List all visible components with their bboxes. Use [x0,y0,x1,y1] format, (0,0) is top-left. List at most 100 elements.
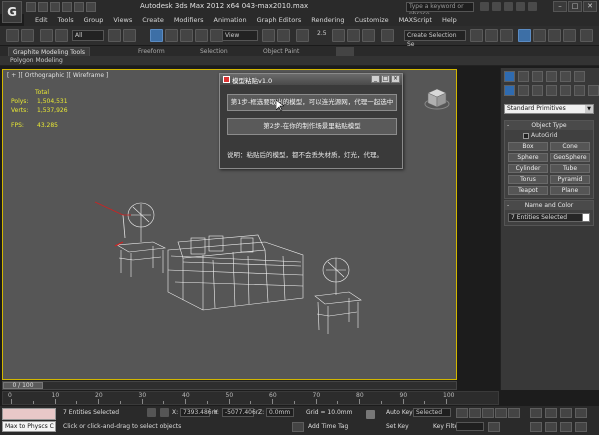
time-slider[interactable]: 0 / 100 [2,381,457,390]
dialog-titlebar[interactable]: 模型粘贴v1.0 _ □ × [220,74,402,85]
object-type-button[interactable]: Torus [508,175,548,184]
time-slider-thumb[interactable]: 0 / 100 [3,382,43,389]
select-manipulate-icon[interactable] [277,29,290,42]
curve-editor-icon[interactable] [533,29,546,42]
menu-item[interactable]: Create [137,16,169,24]
previous-frame-icon[interactable] [469,408,481,418]
current-frame-field[interactable] [456,422,484,431]
dialog-minimize-button[interactable]: _ [371,75,380,83]
key-selection-dropdown[interactable]: Selected [413,408,451,417]
angle-snap-icon[interactable] [332,29,345,42]
redo-icon[interactable] [74,2,84,12]
search-input[interactable]: Type a keyword or phrase [406,2,474,18]
menu-item[interactable]: Group [79,16,109,24]
modify-tab-icon[interactable] [518,71,529,82]
object-type-button[interactable]: Sphere [508,153,548,162]
search-icon[interactable] [480,2,489,11]
zoom-extents-icon[interactable] [560,408,572,418]
rotate-icon[interactable] [195,29,208,42]
reference-coordinate-dropdown[interactable]: View [222,30,258,41]
pan-icon[interactable] [545,422,557,432]
app-menu-button[interactable]: G [2,1,22,23]
edit-named-selection-icon[interactable] [381,29,394,42]
undo-icon[interactable] [6,29,19,42]
maxscript-listener-mini[interactable] [2,408,56,420]
object-type-button[interactable]: Pyramid [550,175,590,184]
maxscript-input[interactable]: Max to Physcs C [2,421,56,432]
lock-selection-icon[interactable] [147,408,156,417]
percent-snap-icon[interactable] [347,29,360,42]
y-coordinate-field[interactable]: -5077.406r [222,408,258,417]
helpers-icon[interactable] [560,85,571,96]
space-warps-icon[interactable] [574,85,585,96]
menu-item[interactable]: Edit [30,16,53,24]
keyboard-shortcut-icon[interactable] [296,29,309,42]
mirror-icon[interactable] [470,29,483,42]
object-type-button[interactable]: Teapot [508,186,548,195]
favorites-star-icon[interactable] [516,2,525,11]
bind-spacewarp-icon[interactable] [55,29,68,42]
hierarchy-tab-icon[interactable] [532,71,543,82]
minimize-button[interactable]: – [553,1,567,12]
menu-item[interactable]: Help [437,16,462,24]
select-by-name-icon[interactable] [123,29,136,42]
play-icon[interactable] [482,408,494,418]
pivot-center-icon[interactable] [262,29,275,42]
x-coordinate-field[interactable]: 7393.486m [180,408,217,417]
select-object-icon[interactable] [108,29,121,42]
time-config-icon[interactable] [488,422,500,432]
step2-paste-button[interactable]: 第2步-在你的制作场景里粘贴模型 [227,118,397,135]
project-folder-icon[interactable] [86,2,96,12]
graphite-toggle-icon[interactable] [518,29,531,42]
go-to-start-icon[interactable] [456,408,468,418]
communication-icon[interactable] [504,2,513,11]
add-time-tag-button[interactable]: Add Time Tag [308,423,348,430]
tab-selection[interactable]: Selection [200,47,228,56]
tab-freeform[interactable]: Freeform [138,47,165,56]
zoom-extents-all-icon[interactable] [575,408,587,418]
open-file-icon[interactable] [38,2,48,12]
maximize-button[interactable]: □ [568,1,582,12]
menu-item[interactable]: Modifiers [169,16,209,24]
rectangular-selection-icon[interactable] [150,29,163,42]
menu-item[interactable]: Rendering [306,16,349,24]
polygon-modeling-label[interactable]: Polygon Modeling [10,57,63,64]
object-type-button[interactable]: Cone [550,142,590,151]
link-icon[interactable] [40,29,53,42]
object-color-swatch[interactable] [582,213,590,222]
dialog-close-button[interactable]: × [391,75,400,83]
subscription-icon[interactable] [492,2,501,11]
set-key-button[interactable]: Set Key [386,423,409,430]
go-to-end-icon[interactable] [508,408,520,418]
time-tag-icon[interactable] [292,422,304,432]
maximize-viewport-icon[interactable] [575,422,587,432]
menu-item[interactable]: Customize [349,16,393,24]
absolute-mode-icon[interactable] [160,408,169,417]
undo-icon[interactable] [62,2,72,12]
object-name-field[interactable]: 7 Entities Selected [508,213,590,222]
zoom-all-icon[interactable] [545,408,557,418]
menu-item[interactable]: Tools [53,16,79,24]
save-file-icon[interactable] [50,2,60,12]
z-coordinate-field[interactable]: 0.0mm [266,408,294,417]
motion-tab-icon[interactable] [546,71,557,82]
create-tab-icon[interactable] [504,71,515,82]
redo-icon[interactable] [21,29,34,42]
render-setup-icon[interactable] [563,29,576,42]
window-crossing-icon[interactable] [165,29,178,42]
object-type-button[interactable]: GeoSphere [550,153,590,162]
layer-manager-icon[interactable] [500,29,513,42]
utilities-tab-icon[interactable] [574,71,585,82]
object-type-header[interactable]: - Object Type [505,121,593,130]
cameras-icon[interactable] [546,85,557,96]
object-type-button[interactable]: Tube [550,164,590,173]
auto-key-button[interactable]: Auto Key [386,409,413,416]
render-teapot-icon[interactable] [580,29,593,42]
track-bar[interactable]: 0 10 20 30 40 50 60 70 80 90 100 [2,391,499,405]
menu-item[interactable]: MAXScript [394,16,437,24]
material-editor-icon[interactable] [548,29,561,42]
object-type-button[interactable]: Box [508,142,548,151]
align-icon[interactable] [485,29,498,42]
menu-item[interactable]: Animation [209,16,252,24]
spinner-snap-icon[interactable] [362,29,375,42]
